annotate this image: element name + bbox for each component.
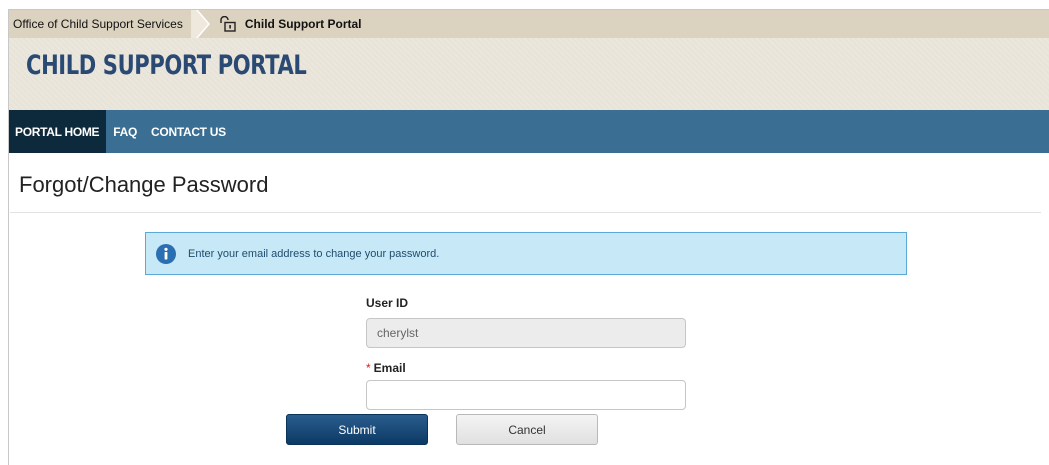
breadcrumb-current: Child Support Portal	[219, 10, 362, 38]
portal-banner: CHILD SUPPORT PORTAL	[9, 38, 1049, 110]
info-icon	[156, 243, 176, 264]
divider	[10, 212, 1041, 213]
user-id-label: User ID	[366, 296, 409, 310]
nav-faq[interactable]: FAQ	[106, 110, 144, 153]
unlock-icon	[219, 16, 237, 32]
email-label: Email	[373, 361, 406, 375]
cancel-button[interactable]: Cancel	[456, 414, 598, 445]
breadcrumb: Office of Child Support Services Child S…	[9, 10, 1049, 38]
breadcrumb-parent-link[interactable]: Office of Child Support Services	[9, 10, 191, 38]
page-title: Forgot/Change Password	[19, 172, 269, 197]
user-id-field[interactable]	[366, 318, 686, 348]
info-alert: Enter your email address to change your …	[145, 232, 907, 275]
required-marker: *	[366, 361, 371, 375]
breadcrumb-current-label: Child Support Portal	[244, 17, 362, 31]
portal-title: CHILD SUPPORT PORTAL	[26, 50, 307, 81]
submit-button[interactable]: Submit	[286, 414, 428, 445]
info-message: Enter your email address to change your …	[188, 247, 440, 260]
breadcrumb-separator	[190, 10, 219, 38]
nav-portal-home[interactable]: PORTAL HOME	[9, 110, 107, 153]
nav-contact-us[interactable]: CONTACT US	[144, 110, 233, 153]
main-nav: PORTAL HOME FAQ CONTACT US	[9, 110, 1049, 153]
email-field[interactable]	[366, 380, 686, 410]
email-label-row: * Email	[366, 361, 406, 375]
